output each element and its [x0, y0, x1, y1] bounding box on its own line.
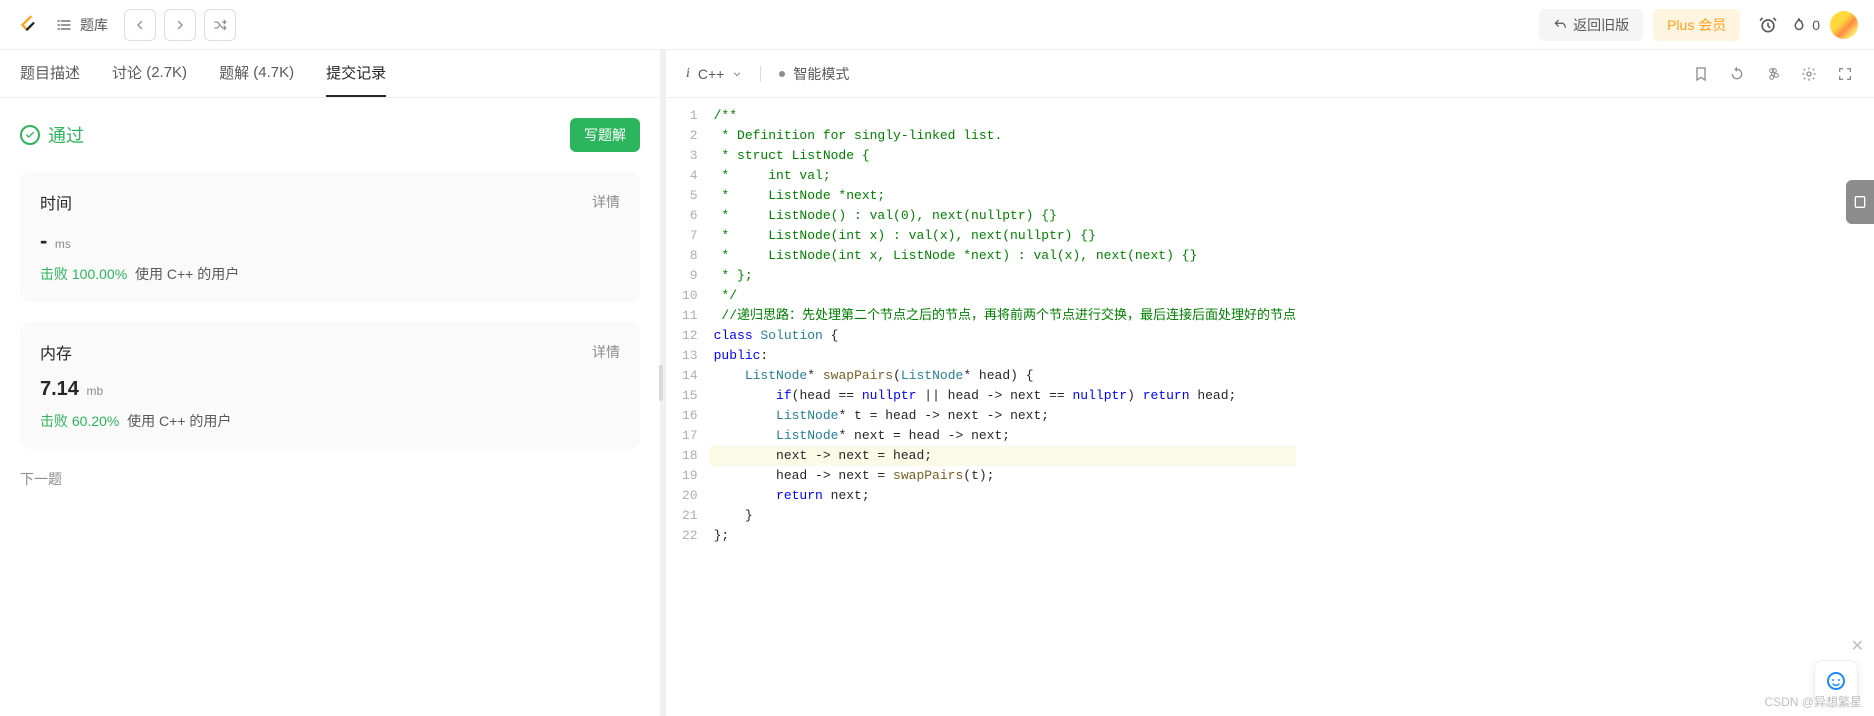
tab-description[interactable]: 题目描述 — [20, 50, 80, 97]
code-editor[interactable]: 12345678910111213141516171819202122 /** … — [666, 98, 1874, 716]
time-card: 时间 详情 - ms 击败 100.00% 使用 C++ 的用户 — [20, 172, 640, 302]
language-selector[interactable]: i C++ — [686, 66, 742, 82]
expand-icon — [1837, 66, 1853, 82]
old-version-button[interactable]: 返回旧版 — [1539, 9, 1643, 41]
fullscreen-button[interactable] — [1836, 65, 1854, 83]
memory-card-title: 内存 — [40, 340, 72, 364]
chevron-right-icon — [174, 19, 186, 31]
note-icon — [1852, 194, 1868, 210]
command-icon — [1765, 66, 1781, 82]
memory-beats: 击败 60.20% 使用 C++ 的用户 — [40, 411, 620, 431]
write-solution-button[interactable]: 写题解 — [570, 118, 640, 152]
streak-counter[interactable]: 0 — [1790, 16, 1820, 34]
next-problem-button[interactable] — [164, 9, 196, 41]
alarm-icon — [1758, 15, 1778, 35]
tab-solution-label: 题解 — [219, 62, 249, 83]
next-problem-link[interactable]: 下一题 — [20, 469, 640, 489]
info-icon: i — [686, 66, 690, 82]
reset-button[interactable] — [1728, 65, 1746, 83]
mode-label: 智能模式 — [793, 64, 849, 84]
bookmark-icon — [1693, 66, 1709, 82]
tab-solution-count: (4.7K) — [253, 64, 294, 81]
tab-solution[interactable]: 题解 (4.7K) — [219, 50, 294, 97]
problems-label: 题库 — [80, 15, 108, 35]
time-beats: 击败 100.00% 使用 C++ 的用户 — [40, 264, 620, 284]
settings-button[interactable] — [1800, 65, 1818, 83]
status-pass-label: 通过 — [48, 122, 84, 148]
time-card-title: 时间 — [40, 190, 72, 214]
code-content[interactable]: /** * Definition for singly-linked list.… — [710, 98, 1296, 716]
tab-discussion-label: 讨论 — [112, 62, 142, 83]
memory-value: 7.14 mb — [40, 378, 620, 401]
check-circle-icon — [20, 125, 40, 145]
mode-indicator[interactable]: 智能模式 — [779, 64, 849, 84]
dot-icon — [779, 71, 785, 77]
user-avatar[interactable] — [1830, 11, 1858, 39]
resize-handle[interactable] — [659, 365, 663, 401]
divider — [760, 66, 761, 82]
language-label: C++ — [698, 66, 724, 82]
bookmark-button[interactable] — [1692, 65, 1710, 83]
float-close-button[interactable]: ✕ — [1851, 636, 1864, 656]
old-version-label: 返回旧版 — [1573, 15, 1629, 35]
memory-detail-link[interactable]: 详情 — [592, 342, 620, 362]
reset-icon — [1729, 66, 1745, 82]
shuffle-icon — [213, 18, 227, 32]
timer-button[interactable] — [1750, 7, 1786, 43]
tab-discussion[interactable]: 讨论 (2.7K) — [112, 50, 187, 97]
chevron-down-icon — [732, 69, 742, 79]
watermark: CSDN @异想繁星 — [1764, 693, 1862, 710]
fire-icon — [1790, 16, 1808, 34]
tab-submissions[interactable]: 提交记录 — [326, 50, 386, 97]
leetcode-logo-icon[interactable] — [16, 14, 38, 36]
line-gutter: 12345678910111213141516171819202122 — [666, 98, 710, 716]
time-value: - ms — [40, 228, 620, 254]
shortcuts-button[interactable] — [1764, 65, 1782, 83]
tab-discussion-count: (2.7K) — [146, 64, 187, 81]
streak-value: 0 — [1812, 17, 1820, 33]
problem-list-button[interactable]: 题库 — [48, 9, 116, 41]
submission-status: 通过 — [20, 122, 84, 148]
chevron-left-icon — [134, 19, 146, 31]
plus-member-button[interactable]: Plus 会员 — [1653, 9, 1740, 41]
memory-card: 内存 详情 7.14 mb 击败 60.20% 使用 C++ 的用户 — [20, 322, 640, 449]
prev-problem-button[interactable] — [124, 9, 156, 41]
plus-label: Plus 会员 — [1667, 15, 1726, 35]
time-detail-link[interactable]: 详情 — [592, 192, 620, 212]
undo-icon — [1553, 18, 1567, 32]
gear-icon — [1801, 66, 1817, 82]
shuffle-button[interactable] — [204, 9, 236, 41]
side-drawer-button[interactable] — [1846, 180, 1874, 224]
list-icon — [56, 17, 72, 33]
chat-smile-icon — [1824, 670, 1848, 694]
